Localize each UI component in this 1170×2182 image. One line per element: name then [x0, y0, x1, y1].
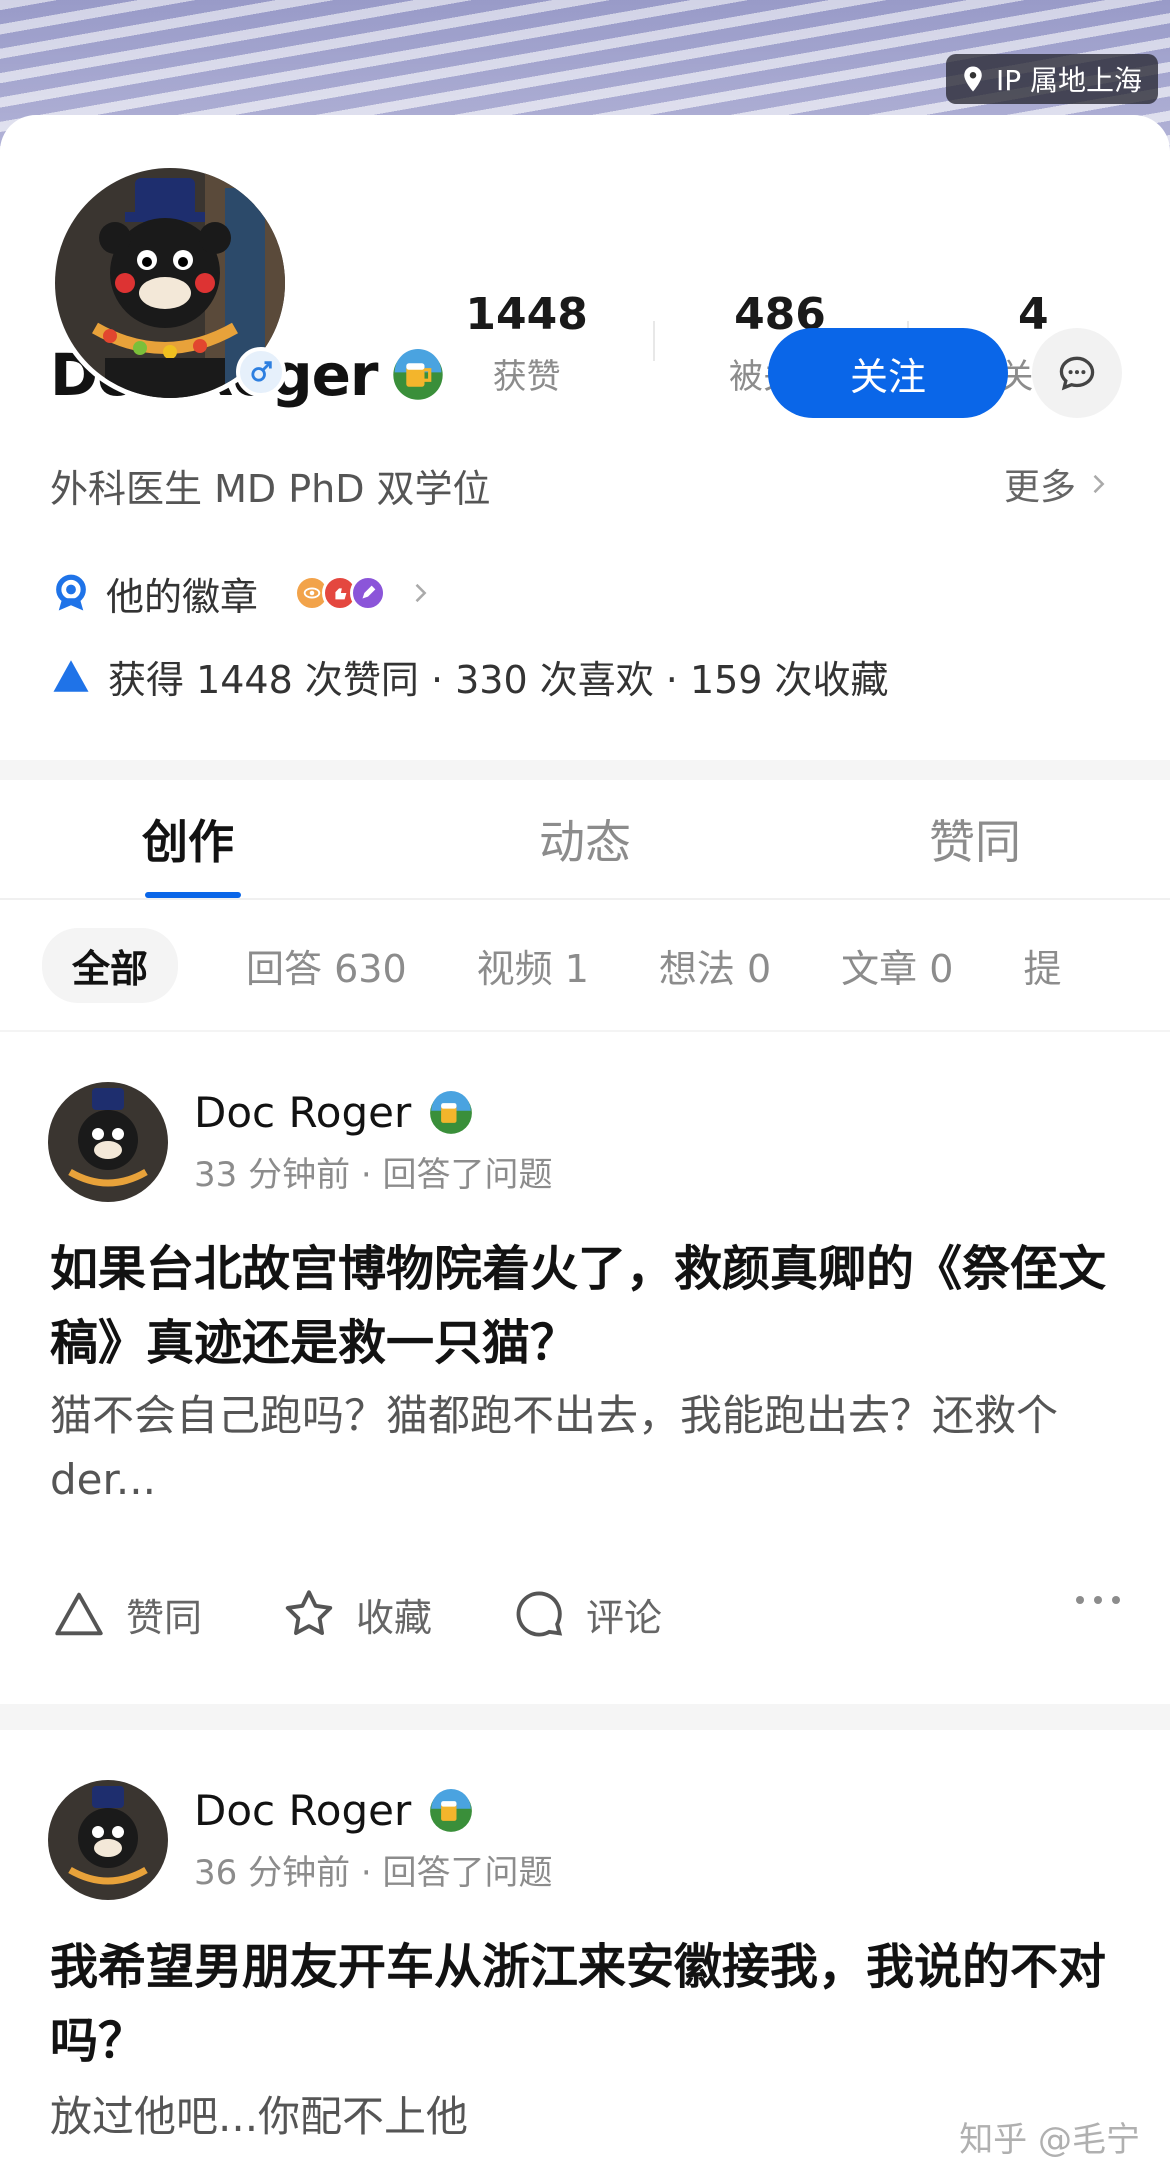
post-author-avatar[interactable] — [48, 1780, 168, 1900]
badges-label: 他的徽章 — [106, 574, 259, 619]
filter-all[interactable]: 全部 — [42, 927, 179, 1003]
post-author-avatar[interactable] — [48, 1082, 168, 1202]
post-meta-text: 33 分钟前 · 回答了问题 — [194, 1155, 553, 1195]
triangle-agree-icon — [53, 660, 89, 692]
tab-creations[interactable]: 创作 — [0, 780, 390, 898]
location-pin-icon — [964, 66, 982, 92]
more-link-label: 更多 — [1003, 467, 1076, 508]
tab-agreed[interactable]: 赞同 — [780, 780, 1170, 898]
filter-answers[interactable]: 回答 630 — [246, 938, 407, 993]
post-excerpt[interactable]: 猫不会自己跑吗？猫都跑不出去，我能跑出去？还救个der... — [50, 1384, 1120, 1512]
comment-bubble-icon — [516, 1591, 563, 1637]
star-icon — [285, 1590, 333, 1636]
ip-location-badge: IP 属地上海 — [945, 54, 1158, 104]
follow-button[interactable]: 关注 — [768, 328, 1008, 418]
comment-button[interactable]: 评论 — [510, 1585, 662, 1643]
badges-row[interactable]: 他的徽章 — [50, 565, 434, 621]
beer-badge-icon — [392, 349, 443, 400]
post-header: Doc Roger 36 分钟前 · 回答了问题 — [48, 1780, 553, 1900]
chevron-right-icon — [1093, 474, 1105, 494]
medal-icon — [56, 574, 86, 611]
post-actions: 赞同 收藏 评论 — [50, 1578, 1120, 1650]
post-title[interactable]: 我希望男朋友开车从浙江来安徽接我，我说的不对吗？ — [50, 1930, 1120, 2078]
filter-chips: 全部 回答 630 视频 1 想法 0 文章 0 提 — [0, 900, 1170, 1032]
section-divider — [0, 760, 1170, 780]
tab-agreed-label: 赞同 — [929, 815, 1021, 869]
filter-articles[interactable]: 文章 0 — [841, 938, 953, 993]
comment-label: 评论 — [586, 1595, 663, 1640]
male-gender-icon — [236, 347, 286, 397]
profile-bio: 外科医生 MD PhD 双学位 — [50, 467, 491, 511]
chat-bubble-icon — [1059, 356, 1095, 391]
post-author-name[interactable]: Doc Roger — [194, 1786, 411, 1835]
triangle-up-icon — [55, 1592, 103, 1636]
tab-activity[interactable]: 动态 — [390, 780, 780, 898]
more-options-icon[interactable] — [1076, 1596, 1120, 1604]
filter-questions[interactable]: 提 — [1023, 938, 1061, 993]
watermark: 知乎 @毛宁 — [959, 2120, 1140, 2160]
avatar-image — [48, 1780, 168, 1900]
more-link[interactable]: 更多 — [1004, 458, 1112, 510]
tab-activity-label: 动态 — [539, 815, 631, 869]
chevron-right-icon — [415, 583, 427, 603]
collect-label: 收藏 — [356, 1595, 433, 1640]
filter-videos[interactable]: 视频 1 — [477, 938, 589, 993]
ip-location-text: IP 属地上海 — [995, 64, 1142, 97]
avatar-image — [48, 1082, 168, 1202]
post-header: Doc Roger 33 分钟前 · 回答了问题 — [48, 1082, 553, 1202]
pen-badge-icon — [350, 575, 387, 611]
feed-item[interactable]: Doc Roger 33 分钟前 · 回答了问题 如果台北故宫博物院着火了，救颜… — [0, 1034, 1170, 1704]
post-author-name[interactable]: Doc Roger — [194, 1088, 411, 1137]
feed-divider — [0, 1704, 1170, 1730]
active-tab-indicator — [145, 892, 241, 898]
agree-summary-text: 获得 1448 次赞同 · 330 次喜欢 · 159 次收藏 — [108, 657, 889, 702]
agree-summary-row: 获得 1448 次赞同 · 330 次喜欢 · 159 次收藏 — [50, 648, 889, 704]
post-title[interactable]: 如果台北故宫博物院着火了，救颜真卿的《祭侄文稿》真迹还是救一只猫？ — [50, 1232, 1120, 1380]
collect-button[interactable]: 收藏 — [280, 1585, 432, 1643]
profile-page: IP 属地上海 1448 获赞 486 4 关注 外科医生 MD PhD 双学位… — [0, 0, 1170, 2182]
agree-button[interactable]: 赞同 — [50, 1585, 202, 1643]
content-tabs: 创作 动态 赞同 — [0, 780, 1170, 900]
message-button[interactable] — [1032, 328, 1122, 418]
filter-thoughts[interactable]: 想法 0 — [659, 938, 771, 993]
tab-creations-label: 创作 — [142, 815, 234, 869]
post-meta-text: 36 分钟前 · 回答了问题 — [194, 1853, 553, 1893]
beer-badge-icon — [430, 1788, 473, 1832]
agree-label: 赞同 — [126, 1595, 203, 1640]
beer-badge-icon — [430, 1090, 473, 1134]
